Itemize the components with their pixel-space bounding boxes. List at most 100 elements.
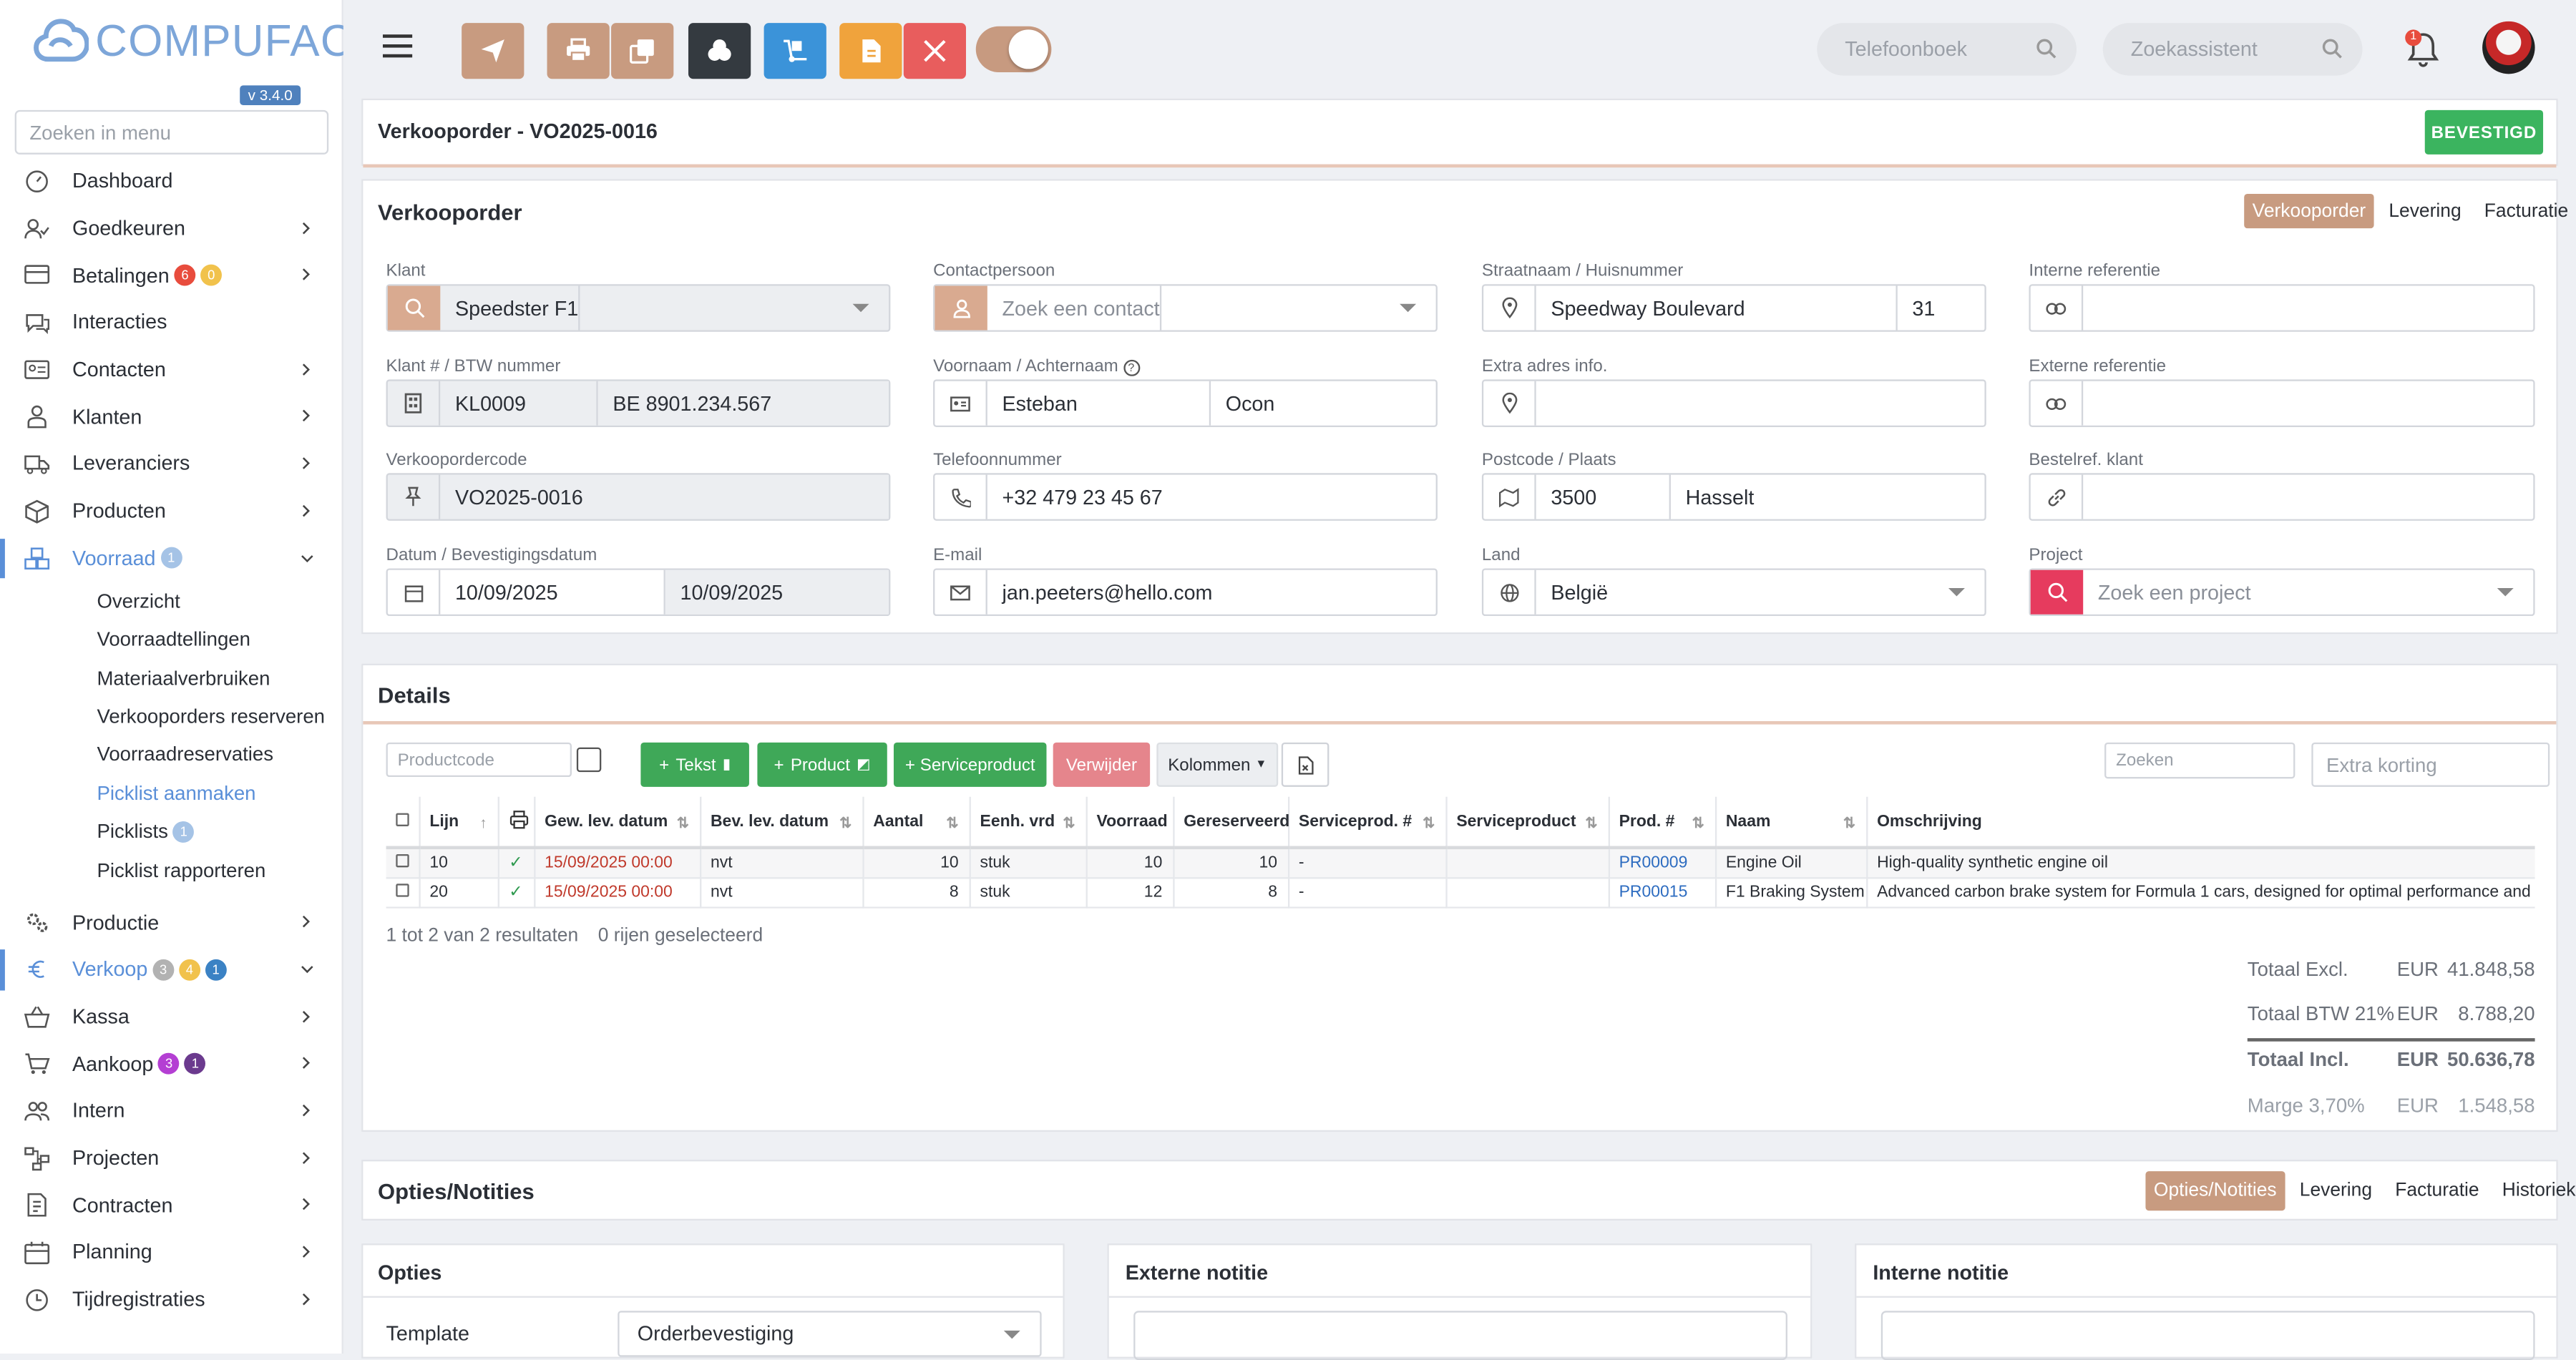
bestelref-field[interactable]	[2029, 473, 2535, 521]
land-select[interactable]: België	[1481, 568, 1986, 617]
sidebar-item-klanten[interactable]: Klanten	[0, 393, 343, 441]
tab-facturatie[interactable]: Facturatie	[2476, 194, 2576, 228]
columns-dropdown[interactable]: Kolommen ▼	[1156, 742, 1279, 787]
tab-opties-notities[interactable]: Opties/Notities	[2145, 1171, 2285, 1211]
sidebar-item-leveranciers[interactable]: Leveranciers	[0, 441, 343, 488]
logo[interactable]: COMPUFACT	[33, 13, 381, 69]
menu-search-input[interactable]: Zoeken in menu	[14, 109, 329, 155]
sidebar-item-kassa[interactable]: Kassa	[0, 993, 343, 1040]
sidebar-item-betalingen[interactable]: Betalingen 6 0	[0, 252, 343, 299]
sidebar-item-dashboard[interactable]: Dashboard	[0, 157, 343, 205]
submenu-item[interactable]: Picklist aanmaken	[0, 774, 343, 813]
extra-value[interactable]	[1536, 381, 1985, 426]
interne-notitie-textarea[interactable]	[1880, 1311, 2535, 1360]
copy-button[interactable]	[611, 23, 674, 79]
column-header[interactable]: Prod. # ⇅	[1608, 796, 1717, 850]
column-header[interactable]: Lijn ↑	[419, 796, 499, 850]
sidebar-item-goedkeuren[interactable]: Goedkeuren	[0, 205, 343, 252]
tab-levering[interactable]: Levering	[2291, 1171, 2380, 1210]
project-select[interactable]: Zoek een project	[2029, 568, 2535, 617]
document-button[interactable]	[839, 23, 902, 79]
klant-select[interactable]: Speedster F1	[386, 284, 891, 332]
table-row[interactable]: 10 ✓ 15/09/2025 00:00 nvt 10 stuk 10 10- PR00009…	[386, 847, 2535, 879]
submenu-item[interactable]: Picklists 1	[0, 812, 343, 851]
extref-value[interactable]	[2083, 381, 2533, 426]
column-header[interactable]: Serviceprod. # ⇅	[1287, 796, 1447, 850]
postcode-field[interactable]: 3500 Hasselt	[1481, 473, 1986, 521]
productcode-input[interactable]: Productcode	[386, 742, 572, 778]
send-button[interactable]	[462, 23, 525, 79]
datum-value[interactable]: 10/09/2025	[440, 569, 665, 615]
notifications-bell-icon[interactable]: 1	[2405, 29, 2441, 69]
mode-toggle[interactable]	[975, 26, 1052, 73]
row-checkbox[interactable]	[386, 847, 420, 879]
row-checkbox[interactable]	[386, 877, 420, 908]
product-link[interactable]: PR00015	[1608, 877, 1717, 908]
related-button[interactable]	[688, 23, 751, 79]
close-button[interactable]	[903, 23, 966, 79]
submenu-item[interactable]: Verkooporders reserveren	[0, 697, 343, 735]
tel-field[interactable]: +32 479 23 45 67	[933, 473, 1438, 521]
assistant-search-input[interactable]: Zoekassistent	[2102, 23, 2363, 76]
product-link[interactable]: PR00009	[1608, 847, 1717, 879]
hamburger-menu-icon[interactable]	[382, 33, 413, 59]
sidebar-item-producten[interactable]: Producten	[0, 488, 343, 535]
help-icon[interactable]: ?	[1123, 359, 1140, 376]
bestelref-value[interactable]	[2083, 475, 2533, 519]
plaats-value[interactable]: Hasselt	[1671, 475, 1985, 519]
intref-field[interactable]	[2029, 284, 2535, 332]
naam-field[interactable]: Esteban Ocon	[933, 379, 1438, 427]
phonebook-search-input[interactable]: Telefoonboek	[1817, 23, 2077, 76]
tab-levering[interactable]: Levering	[2381, 194, 2469, 228]
straat-field[interactable]: Speedway Boulevard 31	[1481, 284, 1986, 332]
column-header[interactable]: Naam ⇅	[1714, 796, 1868, 850]
print-button[interactable]	[547, 23, 610, 79]
column-header[interactable]: Voorraad	[1085, 796, 1174, 850]
delivery-button[interactable]	[763, 23, 826, 79]
tab-historiek[interactable]: Historiek	[2494, 1171, 2576, 1210]
postcode-value[interactable]: 3500	[1536, 474, 1671, 519]
achternaam-value[interactable]: Ocon	[1211, 381, 1436, 426]
submenu-item[interactable]: Voorraadtellingen	[0, 620, 343, 659]
datum-field[interactable]: 10/09/2025 10/09/2025	[386, 568, 891, 617]
user-avatar[interactable]	[2482, 21, 2535, 74]
submenu-item[interactable]: Picklist rapporteren	[0, 851, 343, 889]
productcode-checkbox[interactable]	[576, 747, 602, 773]
sidebar-item-planning[interactable]: Planning	[0, 1229, 343, 1276]
sidebar-item-contracten[interactable]: Contracten	[0, 1182, 343, 1229]
template-select[interactable]: Orderbevestiging	[618, 1311, 1042, 1357]
column-header[interactable]: Eenh. vrd ⇅	[969, 796, 1087, 850]
submenu-item[interactable]: Materiaalverbruiken	[0, 659, 343, 698]
submenu-item[interactable]: Overzicht	[0, 582, 343, 620]
table-row[interactable]: 20 ✓ 15/09/2025 00:00 nvt 8 stuk 12 8- PR00015 F1…	[386, 877, 2535, 908]
sidebar-item-aankoop[interactable]: Aankoop 3 1	[0, 1040, 343, 1087]
sidebar-item-voorraad[interactable]: Voorraad 1	[0, 534, 343, 582]
add-product-button[interactable]: + Product ◩	[757, 742, 887, 787]
select-all-checkbox[interactable]	[386, 796, 420, 850]
column-header[interactable]: Aantal ⇅	[862, 796, 970, 850]
column-header[interactable]: Serviceproduct ⇅	[1445, 796, 1609, 850]
column-header[interactable]: Bev. lev. datum ⇅	[700, 796, 864, 850]
externe-notitie-textarea[interactable]	[1133, 1311, 1787, 1360]
add-text-button[interactable]: + Tekst ▮	[640, 742, 749, 787]
voornaam-value[interactable]: Esteban	[987, 381, 1211, 426]
extra-korting-input[interactable]: Extra korting	[2311, 742, 2550, 787]
tel-value[interactable]: +32 479 23 45 67	[987, 475, 1436, 519]
sidebar-item-projecten[interactable]: Projecten	[0, 1135, 343, 1182]
sidebar-item-interacties[interactable]: Interacties	[0, 299, 343, 346]
extra-field[interactable]	[1481, 379, 1986, 427]
column-header[interactable]: Gereserveerd	[1173, 796, 1289, 850]
email-field[interactable]: jan.peeters@hello.com	[933, 568, 1438, 617]
delete-button[interactable]: Verwijder	[1053, 742, 1151, 787]
sidebar-item-productie[interactable]: Productie	[0, 899, 343, 946]
column-header[interactable]	[497, 796, 535, 850]
intref-value[interactable]	[2083, 286, 2533, 331]
column-header[interactable]: Omschrijving	[1866, 796, 2535, 850]
sidebar-item-verkoop[interactable]: Verkoop 3 4 1	[0, 946, 343, 994]
column-header[interactable]: Gew. lev. datum ⇅	[534, 796, 701, 850]
add-serviceproduct-button[interactable]: + Serviceproduct	[893, 742, 1047, 787]
excel-export-icon[interactable]	[1281, 742, 1330, 787]
submenu-item[interactable]: Voorraadreservaties	[0, 735, 343, 774]
tab-facturatie[interactable]: Facturatie	[2387, 1171, 2487, 1210]
table-search-input[interactable]: Zoeken	[2104, 742, 2296, 779]
